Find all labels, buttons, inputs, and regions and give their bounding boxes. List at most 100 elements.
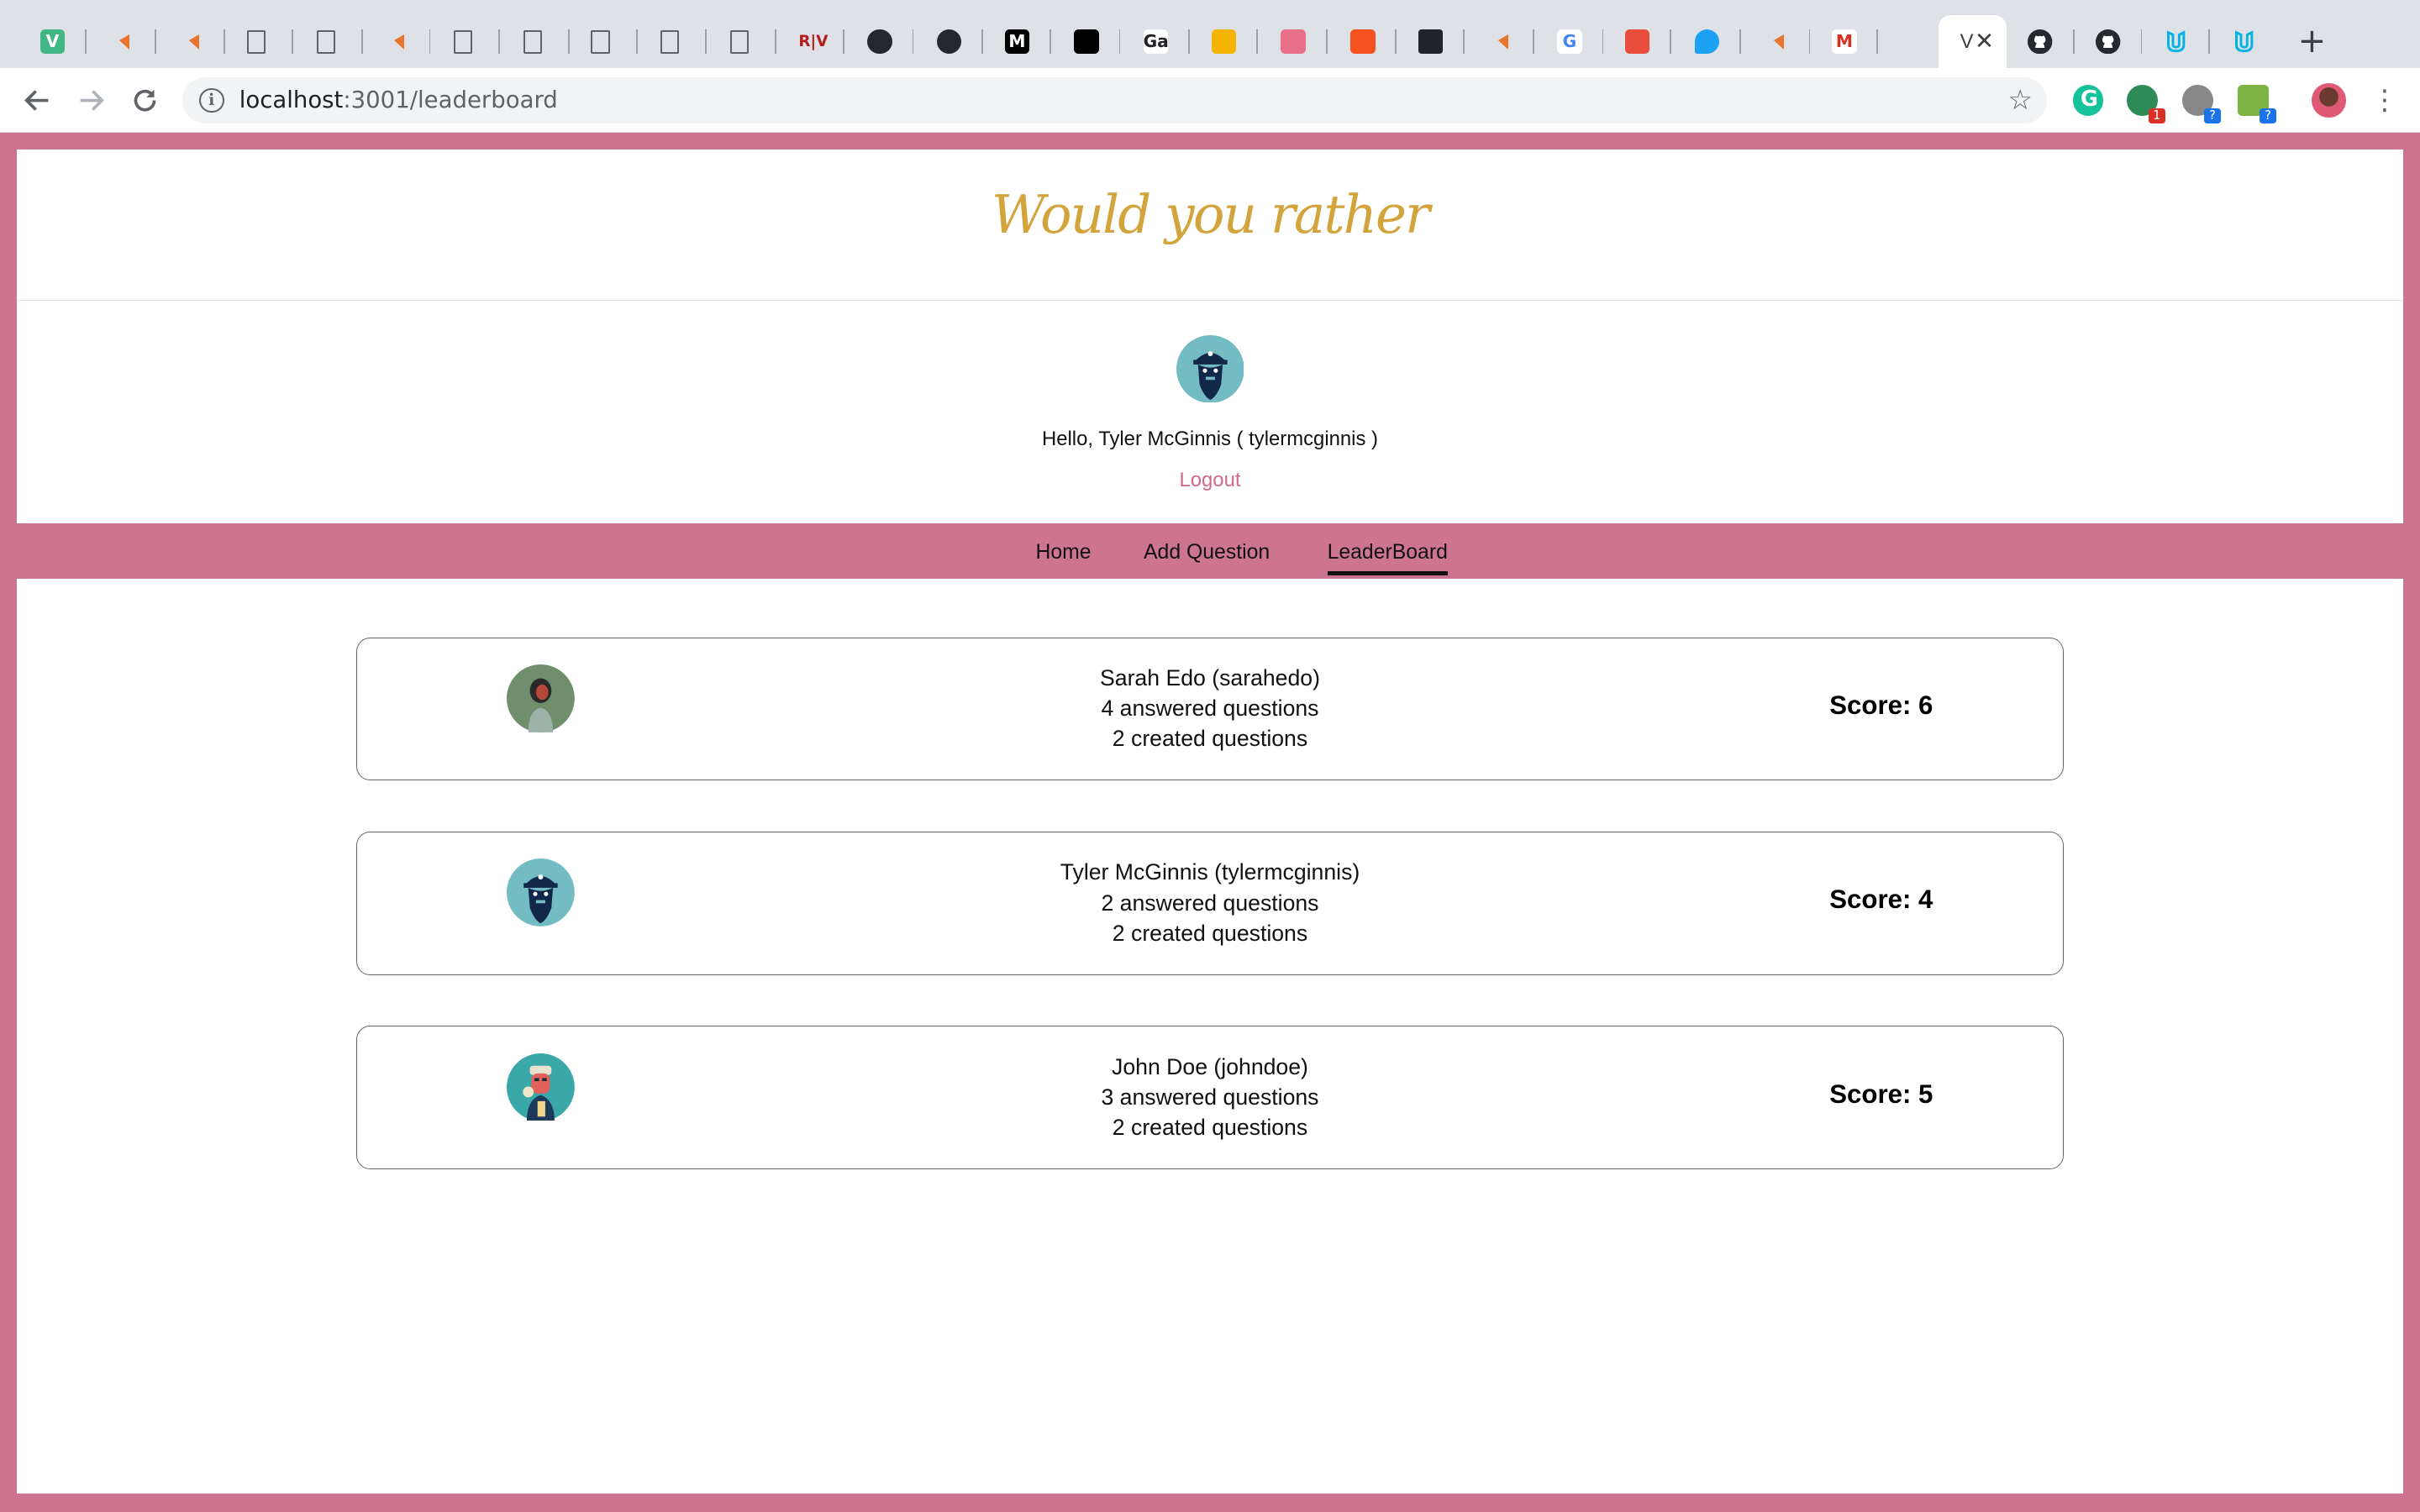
- browser-tab[interactable]: [915, 15, 983, 67]
- tab-separator: [1118, 29, 1121, 55]
- github-icon: [2096, 29, 2121, 55]
- user-panel: Hello, Tyler McGinnis ( tylermcginnis ) …: [17, 301, 2403, 523]
- tab-udacity[interactable]: [2142, 15, 2211, 67]
- answered-count: 4 answered questions: [1101, 696, 1319, 722]
- browser-tab[interactable]: [502, 15, 570, 67]
- tab-separator: [1325, 29, 1328, 55]
- logout-link[interactable]: Logout: [17, 469, 2403, 492]
- created-count: 2 created questions: [1112, 726, 1308, 752]
- browser-tab[interactable]: [1880, 15, 1948, 67]
- nav-leaderboard[interactable]: LeaderBoard: [1327, 540, 1448, 576]
- browser-tab[interactable]: [1260, 15, 1328, 67]
- tab-separator: [635, 29, 638, 55]
- browser-tab[interactable]: M: [983, 15, 1051, 67]
- twitter-icon: [1694, 29, 1720, 55]
- browser-tab[interactable]: [1673, 15, 1741, 67]
- tab-strip: V R|V M Ga G M V ✕ +: [0, 0, 2420, 68]
- browser-tab[interactable]: [225, 15, 293, 67]
- browser-tab[interactable]: [708, 15, 776, 67]
- bookmark-arrow-icon: [109, 34, 130, 50]
- document-icon: [316, 29, 335, 54]
- tab-udacity[interactable]: [2210, 15, 2278, 67]
- browser-tab[interactable]: [570, 15, 638, 67]
- ga-icon: Ga: [1144, 29, 1169, 55]
- extension-icon[interactable]: 1: [2127, 85, 2165, 123]
- user-name: Sarah Edo (sarahedo): [1100, 664, 1320, 690]
- tab-github[interactable]: [2007, 15, 2075, 67]
- document-icon: [591, 29, 610, 54]
- patreon-icon: [1074, 29, 1099, 55]
- back-button[interactable]: [18, 83, 55, 117]
- forward-button[interactable]: [72, 83, 109, 117]
- tab-separator: [912, 29, 914, 55]
- smile-icon: [1281, 29, 1306, 55]
- browser-tab[interactable]: R|V: [776, 15, 844, 67]
- browser-toolbar: i localhost:3001/leaderboard ☆ G 1 ? ? ⋮: [0, 67, 2420, 133]
- site-info-icon[interactable]: i: [198, 87, 224, 113]
- bookmark-arrow-icon: [179, 34, 200, 50]
- nav-add-question[interactable]: Add Question: [1144, 540, 1270, 564]
- extension-badge: ?: [2259, 108, 2277, 123]
- app-title: Would you rather: [991, 183, 1430, 245]
- gmail-icon: M: [1832, 29, 1857, 55]
- browser-tab[interactable]: Ga: [1122, 15, 1191, 67]
- browser-tab[interactable]: M: [1810, 15, 1879, 67]
- user-stats: John Doe (johndoe) 3 answered questions …: [357, 1052, 2062, 1143]
- browser-tab[interactable]: [295, 15, 363, 67]
- tab-separator: [1670, 29, 1672, 55]
- browser-tab[interactable]: [432, 15, 501, 67]
- browser-tab[interactable]: [1397, 15, 1465, 67]
- browser-tab[interactable]: [363, 15, 431, 67]
- address-bar[interactable]: i localhost:3001/leaderboard ☆: [182, 76, 2047, 123]
- browser-tab[interactable]: [1328, 15, 1397, 67]
- url-path: :3001/leaderboard: [343, 86, 558, 113]
- tab-separator: [1876, 29, 1879, 55]
- extension-icon[interactable]: ?: [2182, 85, 2222, 123]
- browser-tab[interactable]: [1743, 15, 1811, 67]
- bookmark-arrow-icon: [1488, 34, 1508, 50]
- tab-separator: [705, 29, 708, 55]
- app-header: Would you rather: [17, 150, 2403, 302]
- user-name: Tyler McGinnis (tylermcginnis): [1060, 859, 1360, 885]
- github-icon: [867, 29, 892, 55]
- browser-tab[interactable]: [1053, 15, 1121, 67]
- browser-menu-icon[interactable]: ⋮: [2370, 83, 2398, 117]
- browser-tab[interactable]: [157, 15, 226, 67]
- extension-badge: 1: [2148, 108, 2165, 123]
- close-tab-icon[interactable]: ✕: [1975, 28, 1994, 55]
- score-value: Score: 5: [1829, 1079, 1933, 1109]
- leaderboard-card: John Doe (johndoe) 3 answered questions …: [356, 1026, 2064, 1170]
- browser-tab[interactable]: [846, 15, 914, 67]
- back-arrow-icon: [24, 90, 48, 111]
- bookmark-star-icon[interactable]: ☆: [2007, 83, 2033, 117]
- extension-icon[interactable]: ?: [2238, 85, 2277, 123]
- nav-home[interactable]: Home: [1035, 540, 1091, 564]
- forward-arrow-icon: [80, 90, 104, 111]
- reload-button[interactable]: [127, 83, 164, 117]
- tab-separator: [1049, 29, 1051, 55]
- github-icon: [936, 29, 962, 55]
- leaderboard-content: Sarah Edo (sarahedo) 4 answered question…: [17, 578, 2403, 1494]
- browser-tab[interactable]: G: [1536, 15, 1604, 67]
- browser-tab[interactable]: [1466, 15, 1534, 67]
- tab-separator: [842, 29, 844, 55]
- active-tab[interactable]: V ✕: [1938, 15, 2007, 68]
- rv-icon: R|V: [798, 32, 829, 50]
- document-icon: [729, 29, 750, 54]
- browser-tab[interactable]: [1603, 15, 1672, 67]
- browser-tab[interactable]: [1190, 15, 1258, 67]
- tab-separator: [1256, 29, 1258, 55]
- profile-avatar[interactable]: [2312, 83, 2346, 118]
- tab-separator: [429, 29, 431, 55]
- browser-tab[interactable]: [639, 15, 708, 67]
- browser-tab[interactable]: [88, 15, 156, 67]
- google-icon: G: [1557, 29, 1582, 55]
- new-tab-button[interactable]: +: [2295, 23, 2328, 57]
- extension-badge: ?: [2203, 108, 2222, 123]
- score-value: Score: 6: [1829, 690, 1933, 720]
- active-tab-title: V: [1960, 29, 1974, 53]
- grammarly-extension-icon[interactable]: G: [2072, 85, 2104, 116]
- greeting-text: Hello, Tyler McGinnis ( tylermcginnis ): [1042, 427, 1378, 450]
- tab-github[interactable]: [2075, 15, 2143, 67]
- browser-tab[interactable]: V: [18, 15, 87, 67]
